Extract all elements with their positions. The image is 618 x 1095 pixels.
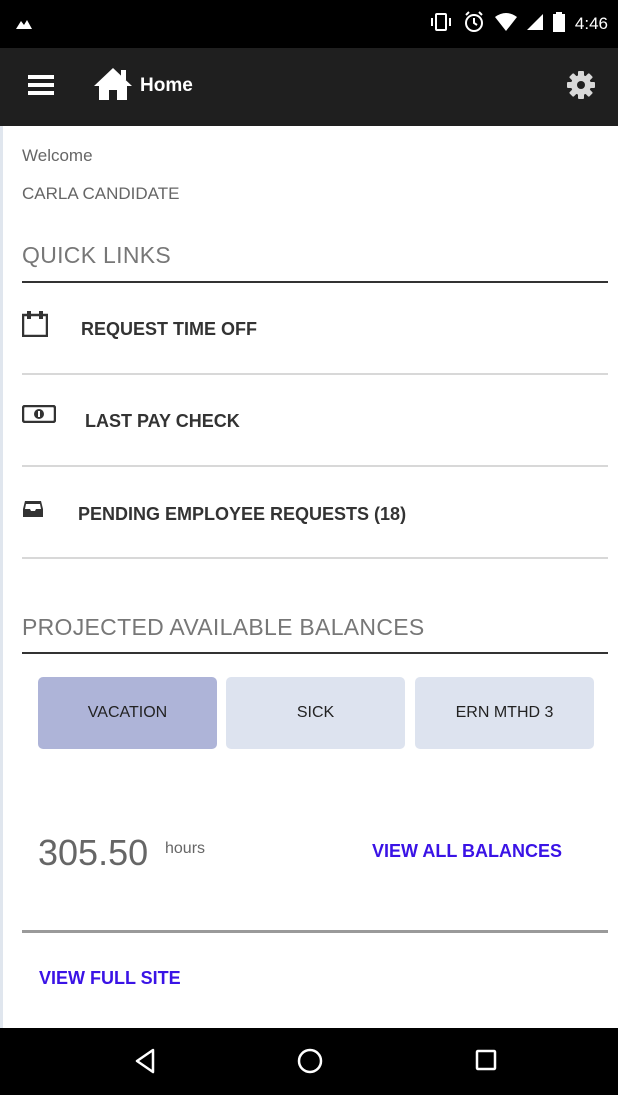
link-last-pay-check[interactable]: LAST PAY CHECK — [21, 375, 608, 467]
section-divider — [22, 930, 608, 933]
app-bar: Home — [0, 48, 618, 126]
money-icon — [21, 404, 57, 428]
section-divider — [22, 652, 608, 654]
balance-value: 305.50 — [38, 832, 149, 873]
system-nav-bar — [0, 1028, 618, 1095]
status-time: 4:46 — [574, 14, 608, 33]
welcome-text: Welcome — [22, 146, 93, 165]
wifi-icon — [494, 12, 517, 36]
balances-title: PROJECTED AVAILABLE BALANCES — [22, 614, 425, 640]
balance-tabs: VACATION SICK ERN MTHD 3 — [38, 677, 594, 749]
home-icon[interactable] — [92, 66, 134, 107]
menu-icon[interactable] — [28, 74, 54, 96]
back-icon[interactable] — [134, 1048, 156, 1079]
tab-sick[interactable]: SICK — [226, 677, 405, 749]
battery-icon — [552, 11, 565, 37]
user-name: CARLA CANDIDATE — [22, 184, 180, 203]
inbox-icon — [22, 500, 44, 523]
status-bar: 4:46 — [0, 0, 618, 48]
home-button-icon[interactable] — [297, 1048, 323, 1079]
link-request-time-off[interactable]: REQUEST TIME OFF — [21, 283, 608, 375]
view-full-site-link[interactable]: VIEW FULL SITE — [39, 968, 181, 989]
tab-ern-mthd-3[interactable]: ERN MTHD 3 — [415, 677, 594, 749]
balance-readout: 305.50 hours — [38, 832, 205, 874]
link-label: PENDING EMPLOYEE REQUESTS (18) — [78, 504, 407, 524]
main-content: Welcome CARLA CANDIDATE QUICK LINKS REQU… — [0, 126, 618, 1028]
calendar-icon — [21, 311, 49, 342]
vibrate-icon — [429, 12, 453, 37]
recents-icon[interactable] — [475, 1048, 497, 1077]
view-all-balances-link[interactable]: VIEW ALL BALANCES — [372, 841, 562, 862]
link-pending-employee-requests[interactable]: PENDING EMPLOYEE REQUESTS (18) — [22, 467, 608, 559]
alarm-icon — [463, 10, 485, 38]
quick-links-title: QUICK LINKS — [22, 242, 172, 268]
link-label: REQUEST TIME OFF — [81, 319, 258, 339]
signal-icon — [526, 13, 543, 35]
gear-icon[interactable] — [566, 70, 596, 105]
balance-unit: hours — [165, 840, 206, 857]
page-title: Home — [140, 75, 193, 96]
notification-icon — [16, 16, 32, 34]
tab-vacation[interactable]: VACATION — [38, 677, 217, 749]
link-label: LAST PAY CHECK — [85, 411, 240, 431]
